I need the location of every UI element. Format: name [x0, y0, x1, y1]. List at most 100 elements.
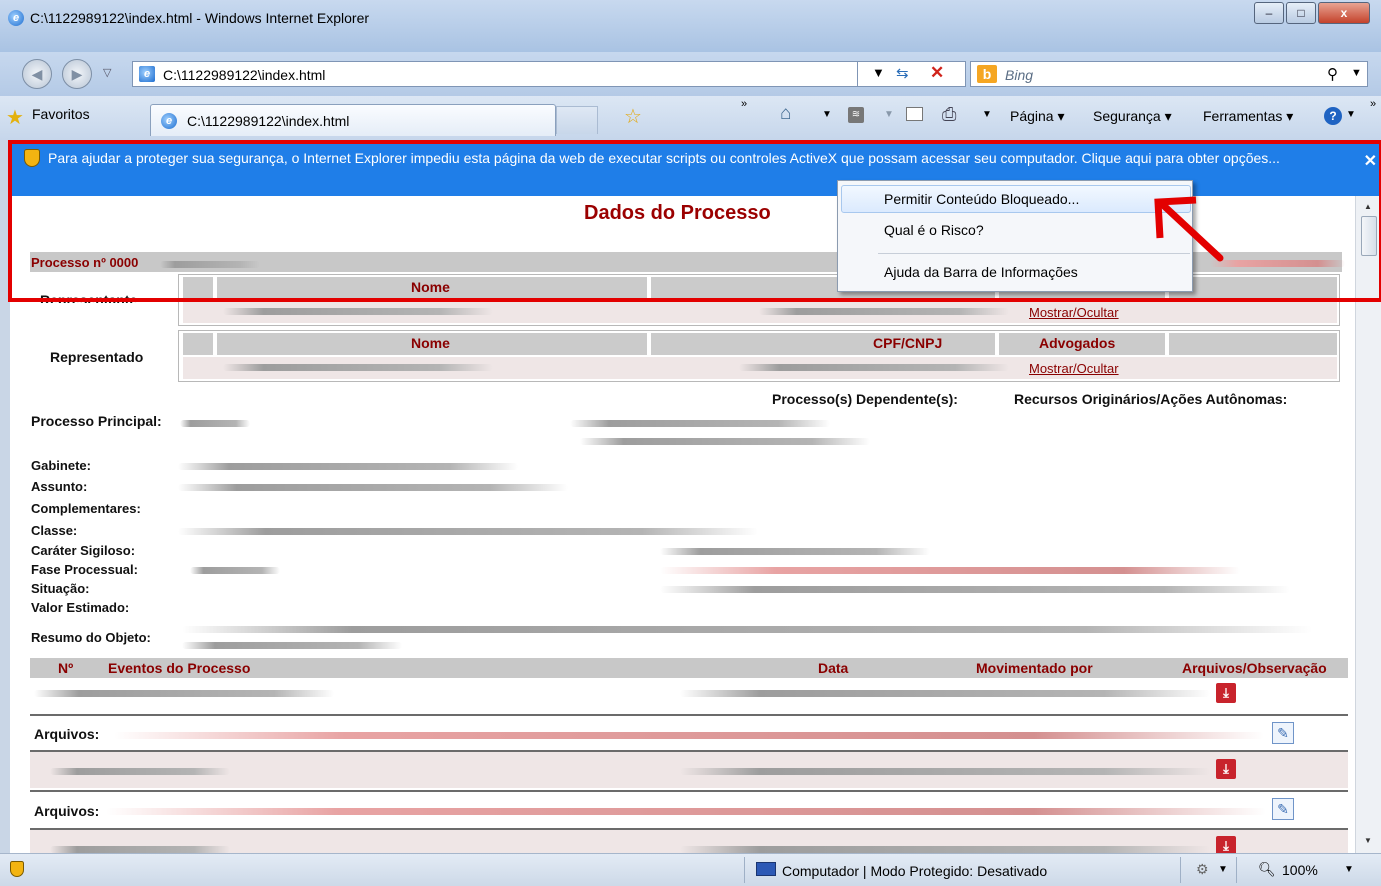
page-menu[interactable]: Página ▾: [1010, 108, 1065, 125]
status-shield-icon: [10, 861, 24, 877]
zoom-icon[interactable]: 🔍︎: [1258, 861, 1276, 878]
processos-dependentes-label: Processo(s) Dependente(s):: [772, 391, 958, 407]
arquivos-label: Arquivos:: [34, 726, 100, 742]
redacted-text: [660, 548, 930, 555]
window-title: C:\1122989122\index.html - Windows Inter…: [30, 10, 370, 26]
redacted-text: [34, 690, 334, 697]
edit-note-icon[interactable]: ✎: [1272, 722, 1294, 744]
tools-menu[interactable]: Ferramentas ▾: [1203, 108, 1293, 125]
stop-icon[interactable]: ✕: [930, 63, 944, 83]
zoom-dropdown-icon[interactable]: ▼: [1344, 864, 1354, 875]
home-dropdown-icon[interactable]: ▼: [822, 109, 832, 120]
refresh-icon[interactable]: ⇆: [896, 64, 909, 82]
field-assunto: Assunto:: [31, 479, 88, 494]
redacted-text: [223, 364, 493, 371]
maximize-button[interactable]: □: [1286, 2, 1316, 24]
redacted-text: [178, 463, 518, 470]
recursos-label: Recursos Originários/Ações Autônomas:: [1014, 391, 1288, 407]
mostrar-ocultar-link[interactable]: Mostrar/Ocultar: [1029, 361, 1119, 376]
new-tab-button[interactable]: [556, 106, 598, 134]
redacted-text: [50, 846, 230, 853]
ie-logo-icon: e: [8, 10, 24, 26]
redacted-text: [660, 567, 1240, 574]
download-icon[interactable]: ⤓: [1216, 759, 1236, 779]
processo-principal-label: Processo Principal:: [31, 413, 162, 429]
forward-button[interactable]: ▶: [62, 59, 92, 89]
security-zone-text[interactable]: Computador | Modo Protegido: Desativado: [782, 863, 1047, 879]
feeds-icon[interactable]: ≋: [848, 107, 864, 123]
search-icon[interactable]: ⚲: [1327, 65, 1338, 83]
redacted-text: [759, 308, 1009, 315]
redacted-text: [580, 438, 870, 445]
back-button[interactable]: ◀: [22, 59, 52, 89]
address-tools: ▼ ⇆ ✕: [858, 61, 966, 87]
redacted-text: [190, 567, 280, 574]
feeds-dropdown-icon[interactable]: ▼: [884, 109, 894, 120]
scroll-down-icon[interactable]: ▼: [1364, 836, 1372, 845]
field-classe: Classe:: [31, 523, 78, 538]
address-dropdown-icon[interactable]: ▼: [872, 65, 885, 80]
tab-current[interactable]: e C:\1122989122\index.html: [150, 104, 556, 136]
print-icon[interactable]: ⎙: [942, 104, 956, 125]
field-carater-sigiloso: Caráter Sigiloso:: [31, 543, 136, 558]
field-situacao: Situação:: [31, 581, 90, 596]
address-row: ◀ ▶ ▽ e C:\1122989122\index.html ▼ ⇆ ✕ b…: [0, 52, 1381, 96]
security-menu[interactable]: Segurança ▾: [1093, 108, 1172, 125]
arquivos-label: Arquivos:: [34, 803, 100, 819]
help-dropdown-icon[interactable]: ▼: [1346, 109, 1356, 120]
favorites-button[interactable]: Favoritos: [32, 106, 90, 122]
print-dropdown-icon[interactable]: ▼: [982, 109, 992, 120]
search-box[interactable]: b Bing ⚲ ▼: [970, 61, 1368, 87]
bing-logo-icon: b: [977, 65, 997, 83]
mail-icon[interactable]: [906, 107, 923, 121]
redacted-text: [739, 364, 1009, 371]
redacted-text: [114, 732, 1264, 739]
tab-label: C:\1122989122\index.html: [187, 113, 350, 129]
col-advogados: Advogados: [1039, 335, 1116, 351]
field-resumo-objeto: Resumo do Objeto:: [31, 630, 151, 645]
col-eventos: Eventos do Processo: [108, 660, 251, 676]
download-icon[interactable]: ⤓: [1216, 683, 1236, 703]
computer-zone-icon: [756, 862, 776, 876]
search-options-icon[interactable]: ▼: [1351, 67, 1362, 79]
address-input[interactable]: C:\1122989122\index.html: [163, 67, 325, 83]
redacted-text: [223, 308, 493, 315]
redacted-text: [50, 768, 230, 775]
col-movimentado-por: Movimentado por: [976, 660, 1093, 676]
zoom-level[interactable]: 100%: [1282, 862, 1318, 878]
field-complementares: Complementares:: [31, 501, 141, 516]
download-icon[interactable]: ⤓: [1216, 836, 1236, 853]
protected-mode-icon[interactable]: ⚙: [1196, 861, 1209, 878]
home-icon[interactable]: ⌂: [780, 103, 791, 125]
favorites-star-icon[interactable]: ★: [6, 105, 24, 130]
status-dropdown-icon[interactable]: ▼: [1218, 864, 1228, 875]
search-input[interactable]: Bing: [1005, 67, 1033, 83]
add-favorite-icon[interactable]: ☆: [624, 104, 642, 129]
help-icon[interactable]: ?: [1324, 107, 1342, 125]
redacted-text: [182, 642, 402, 649]
close-button[interactable]: x: [1318, 2, 1370, 24]
mostrar-ocultar-link[interactable]: Mostrar/Ocultar: [1029, 305, 1119, 320]
favorites-bar: ★ Favoritos e C:\1122989122\index.html ☆…: [0, 96, 1381, 140]
redacted-text: [178, 484, 568, 491]
redacted-text: [680, 690, 1210, 697]
col-cpf-cnpj: CPF/CNPJ: [873, 335, 943, 351]
edit-note-icon[interactable]: ✎: [1272, 798, 1294, 820]
redacted-text: [680, 846, 1210, 853]
more-tools-chevron-icon[interactable]: »: [741, 98, 747, 110]
tab-ie-icon: e: [161, 113, 177, 129]
minimize-button[interactable]: –: [1254, 2, 1284, 24]
field-fase-processual: Fase Processual:: [31, 562, 138, 577]
page-icon: e: [139, 66, 155, 82]
title-bar: e C:\1122989122\index.html - Windows Int…: [0, 0, 1381, 52]
status-bar: Computador | Modo Protegido: Desativado …: [0, 853, 1381, 886]
annotation-arrow-icon: [1154, 196, 1224, 262]
col-numero: Nº: [58, 660, 74, 676]
representado-table: Nome CPF/CNPJ Advogados Mostrar/Ocultar: [178, 330, 1340, 382]
history-dropdown-icon[interactable]: ▽: [103, 66, 111, 79]
address-bar[interactable]: e C:\1122989122\index.html: [132, 61, 858, 87]
col-arquivos-observacao: Arquivos/Observação: [1182, 660, 1327, 676]
redacted-text: [178, 528, 758, 535]
more-chevron-icon[interactable]: »: [1370, 98, 1376, 110]
representado-label: Representado: [50, 349, 144, 365]
